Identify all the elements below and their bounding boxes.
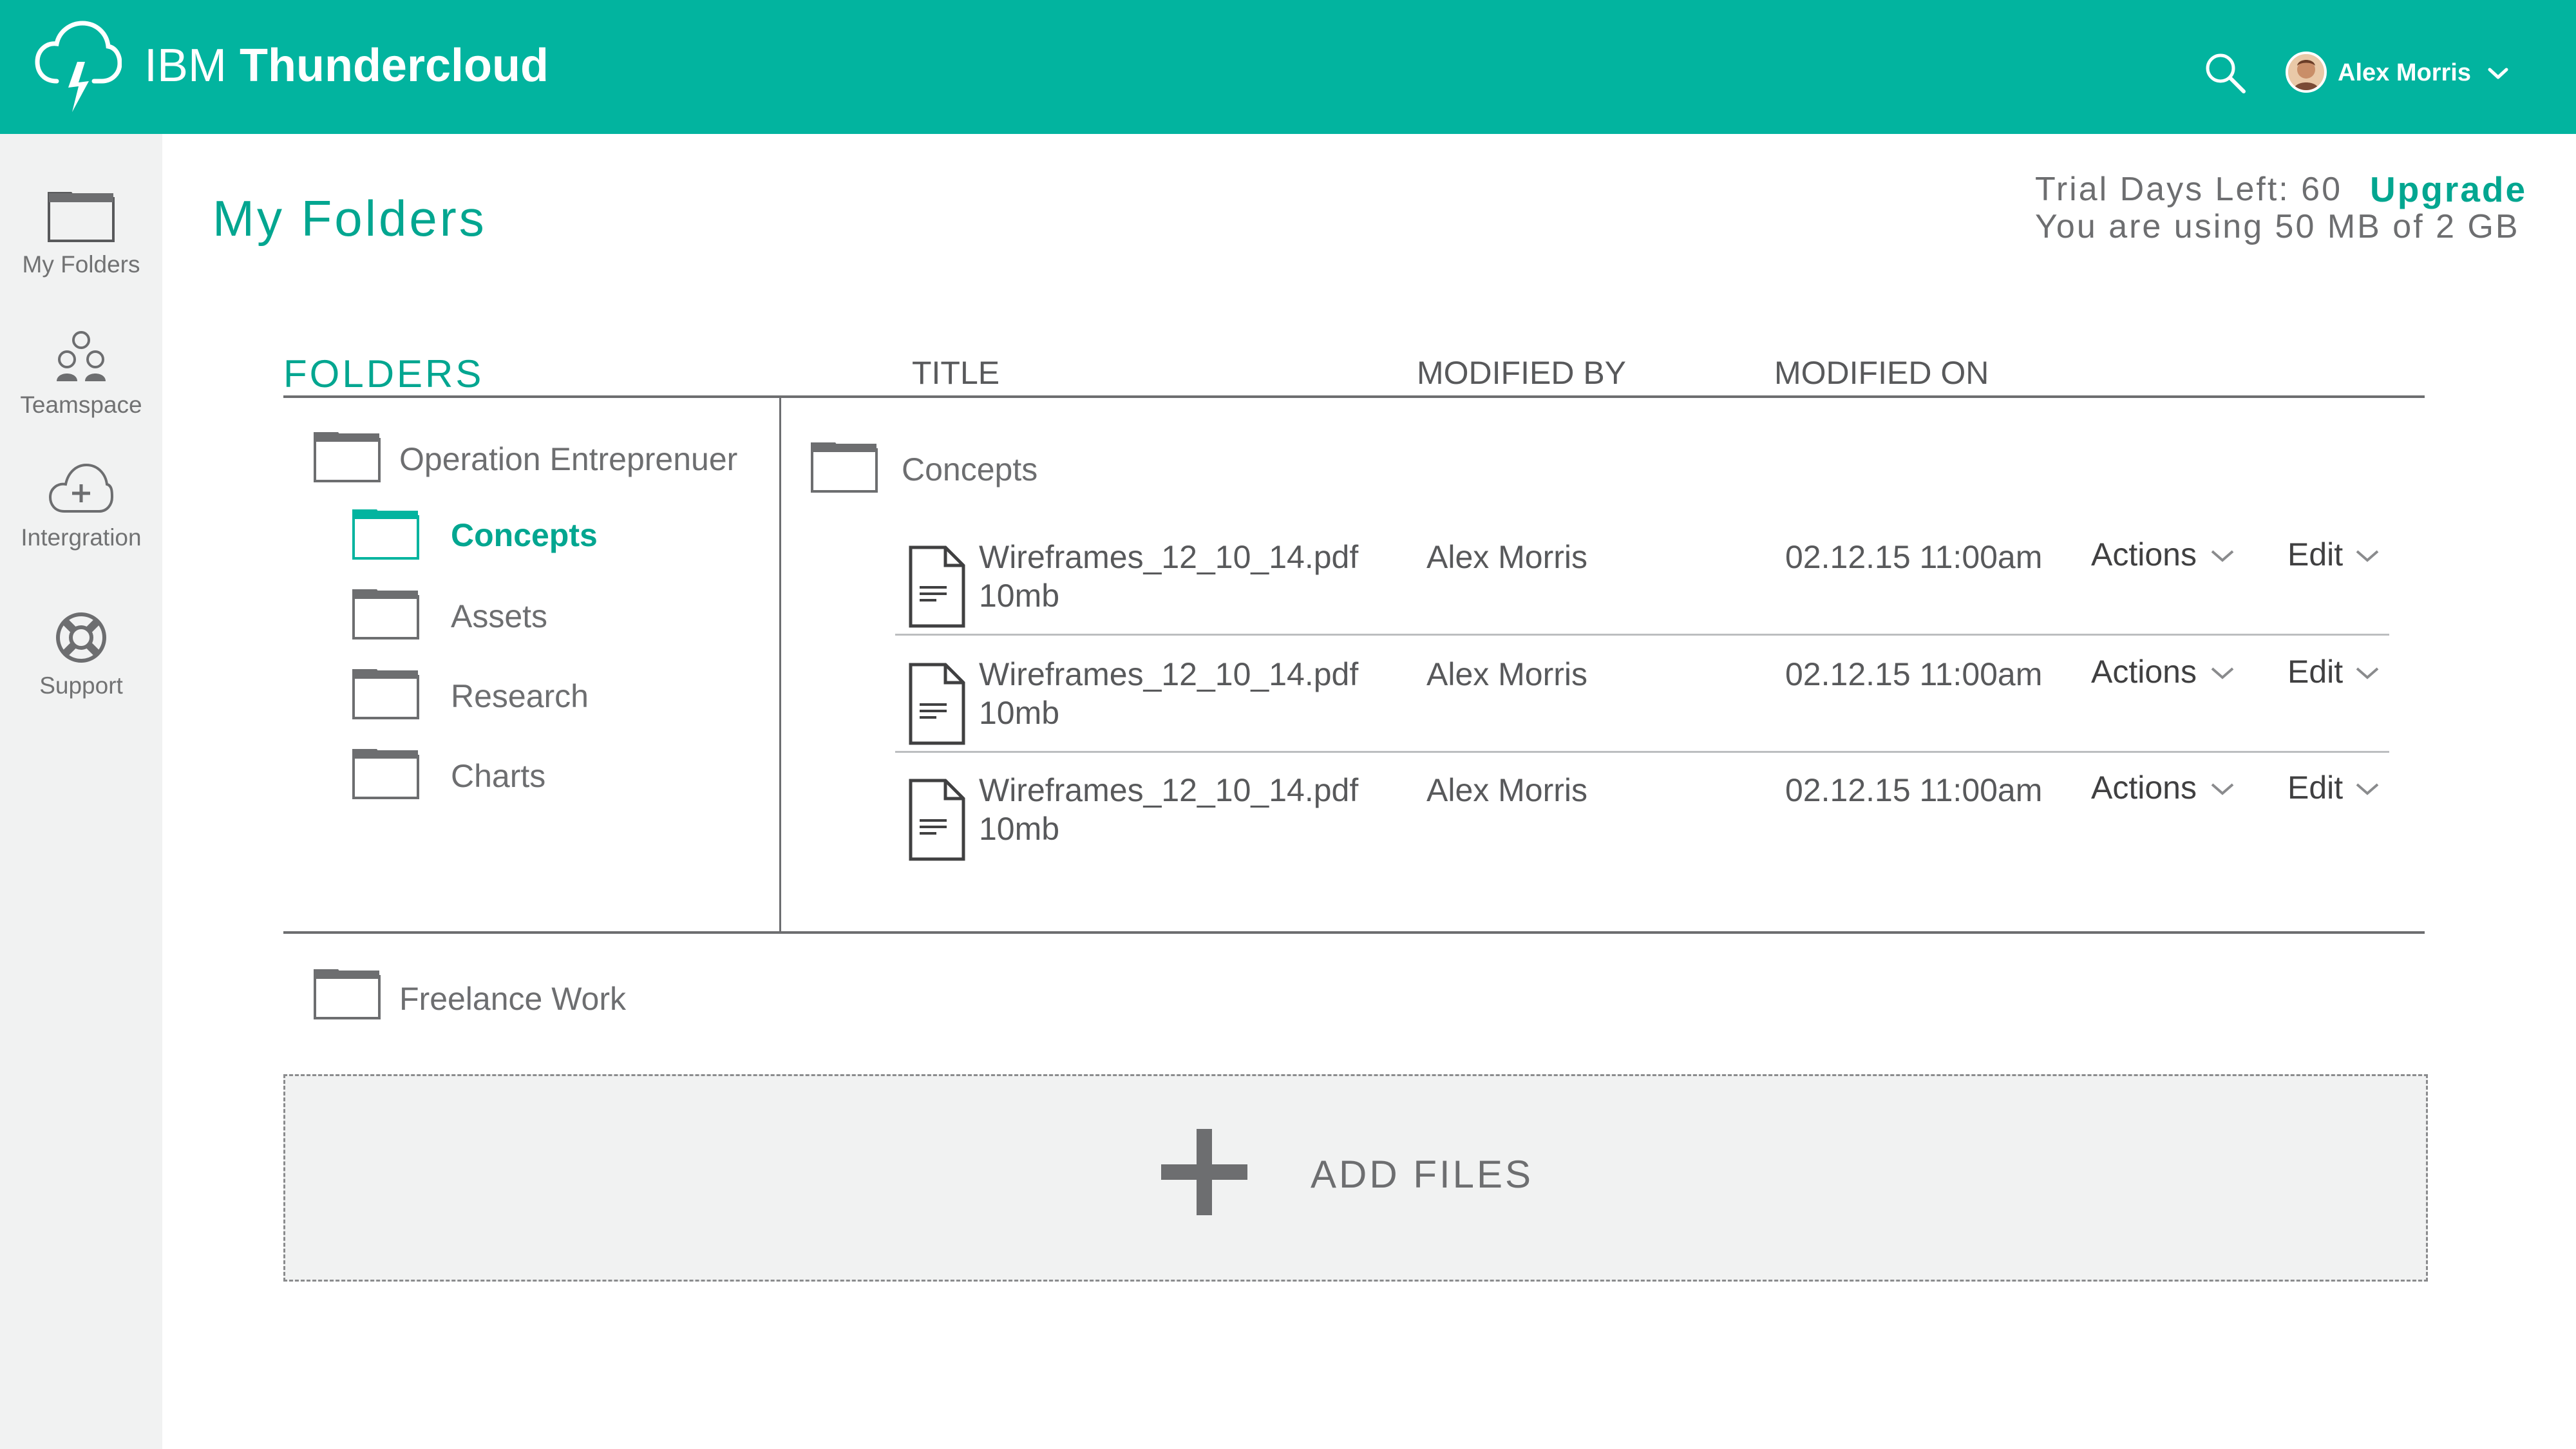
add-files-dropzone[interactable]: ADD FILES [283,1074,2428,1282]
chevron-down-icon [2356,783,2379,795]
row-divider [895,751,2389,753]
actions-dropdown[interactable]: Actions [2091,653,2234,690]
chevron-down-icon[interactable] [2487,66,2509,81]
user-name[interactable]: Alex Morris [2338,59,2471,87]
folder-icon [352,509,419,560]
edit-dropdown[interactable]: Edit [2287,653,2379,690]
file-size: 10mb [979,578,1060,614]
file-name[interactable]: Wireframes_12_10_14.pdf [979,538,1358,576]
file-name[interactable]: Wireframes_12_10_14.pdf [979,656,1358,693]
chevron-down-icon [2356,550,2379,562]
upgrade-link[interactable]: Upgrade [2370,169,2527,210]
column-header-folders: FOLDERS [283,352,484,395]
plus-icon[interactable] [1161,1129,1247,1215]
app-brand[interactable]: IBM Thundercloud [144,40,549,91]
column-header-modified-on[interactable]: MODIFIED ON [1774,354,1989,392]
top-bar: IBM Thundercloud Alex Morris [0,0,2576,134]
storage-usage-text: You are using 50 MB of 2 GB [2035,208,2520,245]
file-modified-by: Alex Morris [1426,656,1588,692]
folder-icon [352,669,419,719]
document-icon [909,545,965,628]
file-size: 10mb [979,811,1060,847]
avatar[interactable] [2286,52,2327,93]
folder-icon [352,749,419,799]
lifebuoy-icon [56,612,106,663]
document-icon [909,663,965,745]
add-files-label[interactable]: ADD FILES [1311,1152,1533,1197]
file-name[interactable]: Wireframes_12_10_14.pdf [979,772,1358,809]
sidebar-item-support[interactable]: Support [0,611,162,699]
edit-dropdown[interactable]: Edit [2287,536,2379,573]
chevron-down-icon [2211,667,2234,679]
folder-icon [352,589,419,639]
file-row[interactable]: Wireframes_12_10_14.pdf 10mb Alex Morris… [895,653,2389,772]
column-header-title[interactable]: TITLE [912,354,999,392]
chevron-down-icon [2211,550,2234,562]
folder-icon [314,432,381,482]
search-icon[interactable] [2202,50,2248,95]
folder-icon [48,192,115,242]
file-modified-on: 02.12.15 11:00am [1785,772,2043,808]
file-modified-on: 02.12.15 11:00am [1785,656,2043,692]
people-icon [57,331,106,381]
sidebar-item-teamspace[interactable]: Teamspace [0,330,162,419]
thundercloud-logo-icon [35,21,122,112]
section-divider [283,931,2425,934]
cloud-plus-icon [48,463,114,513]
row-divider [895,634,2389,636]
file-size: 10mb [979,695,1060,731]
chevron-down-icon [2211,783,2234,795]
file-modified-by: Alex Morris [1426,539,1588,575]
sidebar-item-my-folders[interactable]: My Folders [0,191,162,278]
edit-dropdown[interactable]: Edit [2287,769,2379,806]
actions-dropdown[interactable]: Actions [2091,536,2234,573]
actions-dropdown[interactable]: Actions [2091,769,2234,806]
tree-divider [779,395,781,934]
file-modified-by: Alex Morris [1426,772,1588,808]
file-row[interactable]: Wireframes_12_10_14.pdf 10mb Alex Morris… [895,769,2389,887]
document-icon [909,779,965,861]
trial-days-label: Trial Days Left: 60 [2035,171,2343,208]
chevron-down-icon [2356,667,2379,679]
folder-icon [314,969,381,1019]
header-divider [283,395,2425,398]
page-title: My Folders [213,190,487,247]
user-photo-icon [2288,54,2324,90]
column-header-modified-by[interactable]: MODIFIED BY [1417,354,1626,392]
file-modified-on: 02.12.15 11:00am [1785,539,2043,575]
folder-icon [811,442,878,493]
sidebar: My Folders Teamspace Intergration Suppor… [0,134,162,1449]
sidebar-item-intergration[interactable]: Intergration [0,462,162,551]
file-row[interactable]: Wireframes_12_10_14.pdf 10mb Alex Morris… [895,536,2389,654]
